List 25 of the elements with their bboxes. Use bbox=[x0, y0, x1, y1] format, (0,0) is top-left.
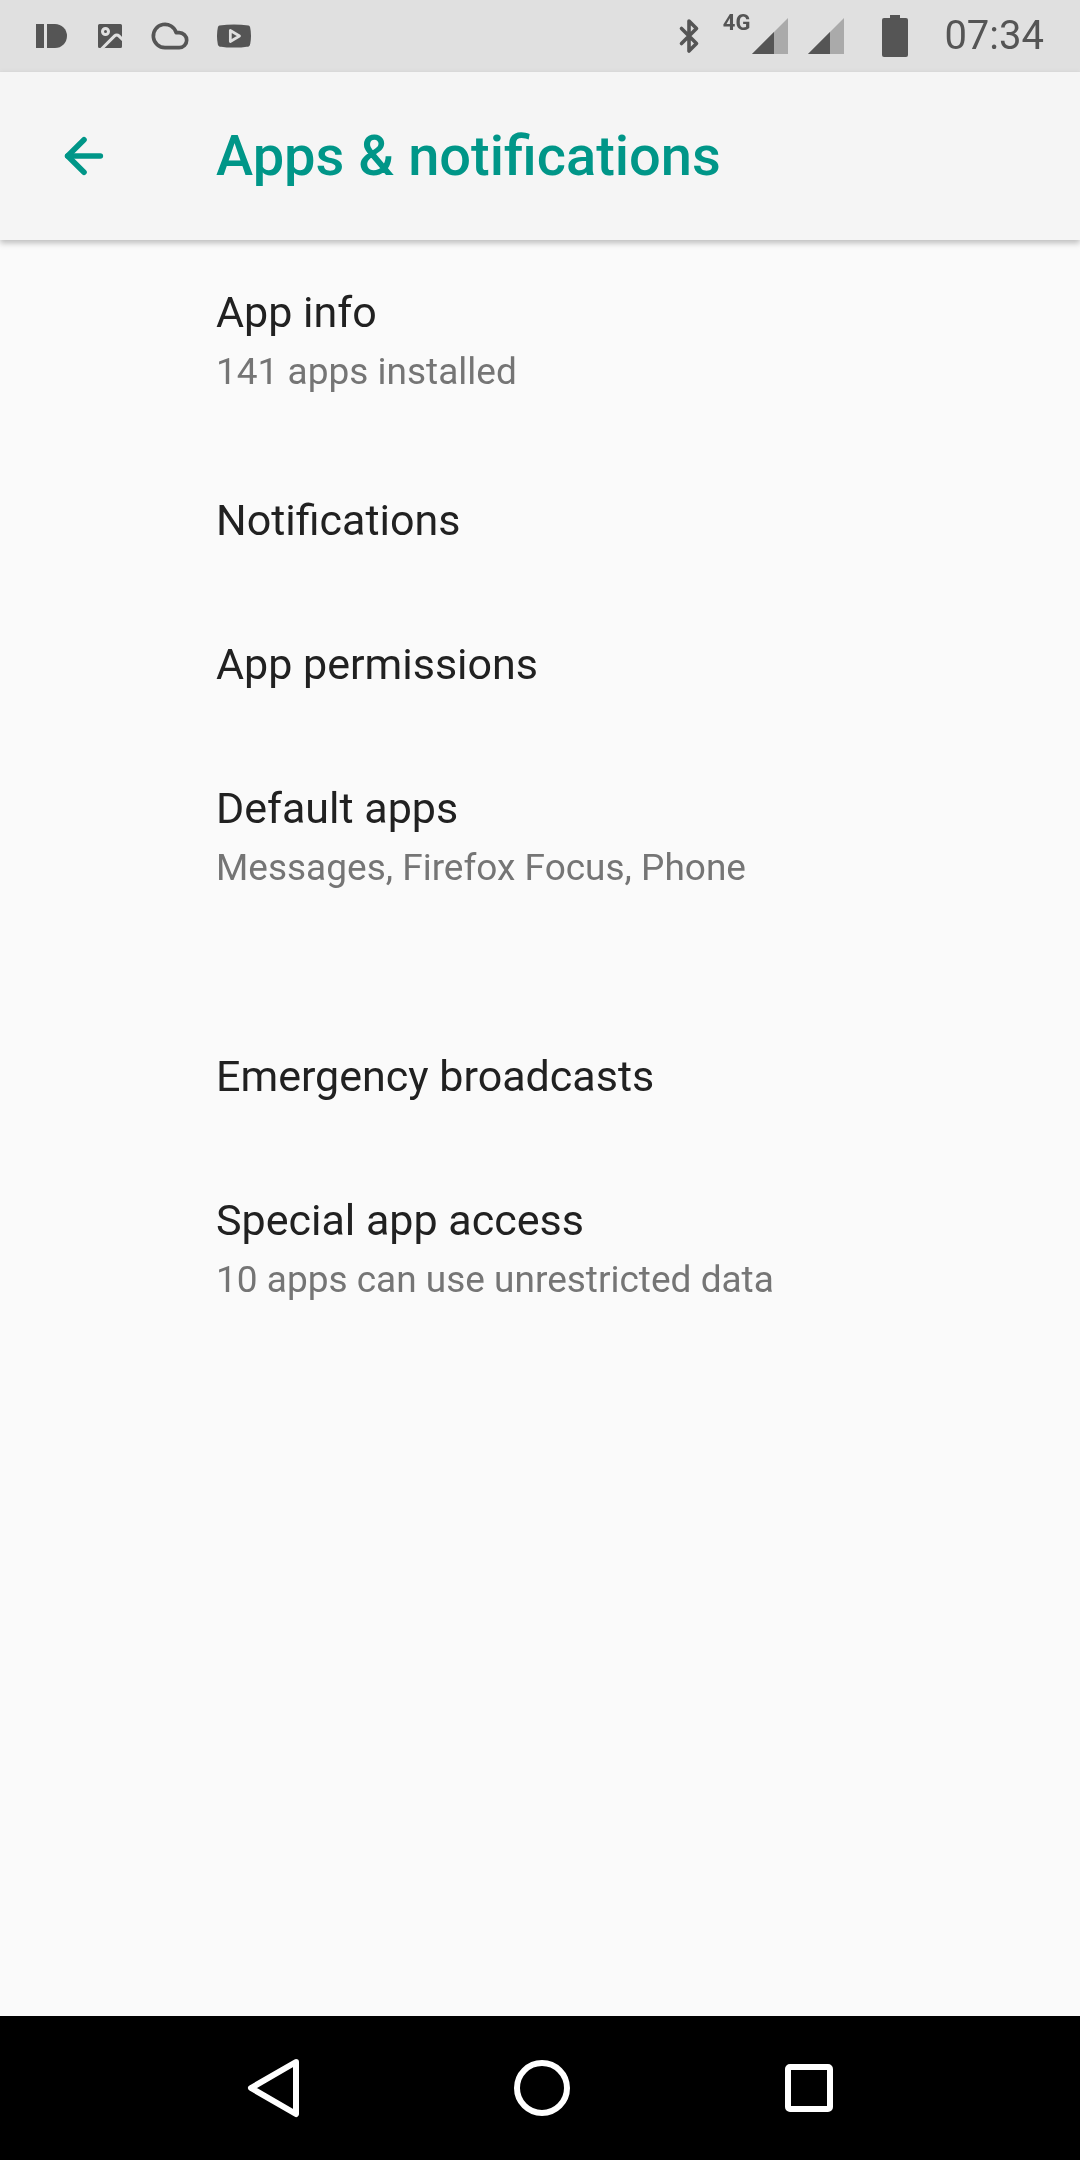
item-summary: 141 apps installed bbox=[216, 349, 518, 395]
home-circle-icon[interactable] bbox=[513, 2059, 571, 2117]
settings-item[interactable]: Default apps Messages, Firefox Focus, Phone bbox=[0, 736, 1080, 944]
item-summary: Messages, Firefox Focus, Phone bbox=[216, 845, 747, 891]
settings-item[interactable]: Emergency broadcasts bbox=[0, 1004, 1080, 1148]
item-title: Special app access bbox=[216, 1194, 585, 1247]
item-title: Notifications bbox=[216, 494, 462, 547]
item-title: Default apps bbox=[216, 782, 460, 835]
item-title: Emergency broadcasts bbox=[216, 1050, 656, 1103]
settings-item[interactable]: App info 141 apps installed bbox=[0, 240, 1080, 448]
network-type: 4G bbox=[722, 12, 751, 34]
battery-icon bbox=[882, 15, 909, 57]
settings-item[interactable]: Notifications bbox=[0, 448, 1080, 592]
item-title: App permissions bbox=[216, 638, 539, 691]
signal-icon bbox=[806, 16, 847, 56]
back-triangle-icon[interactable] bbox=[246, 2058, 301, 2118]
settings-item[interactable]: Special app access 10 apps can use unrestricted data bbox=[0, 1148, 1080, 1356]
item-title: App info bbox=[216, 286, 378, 339]
clock: 07:34 bbox=[944, 11, 1044, 61]
notification-icon bbox=[36, 22, 70, 50]
item-summary: 10 apps can use unrestricted data bbox=[216, 1257, 775, 1303]
page-title: Apps & notifications bbox=[216, 122, 721, 191]
signal-icon bbox=[750, 16, 791, 56]
recents-square-icon[interactable] bbox=[783, 2063, 834, 2113]
settings-item[interactable]: App permissions bbox=[0, 592, 1080, 736]
